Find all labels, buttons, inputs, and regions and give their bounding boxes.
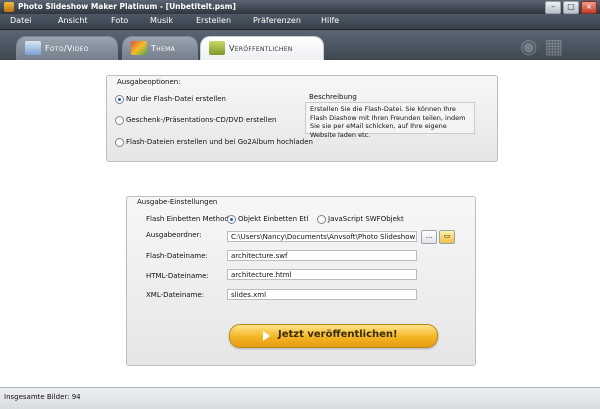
tab-strip: Foto/Video Thema Veröffentlichen [0,30,600,61]
close-button[interactable]: × [581,1,597,14]
window-controls: – □ × [545,1,597,14]
menu-musik[interactable]: Musik [150,16,173,25]
xml-filename-label: XML-Dateiname: [146,291,205,299]
tab-veroeffentlichen[interactable]: Veröffentlichen [200,36,324,61]
embed-swfobject-label[interactable]: JavaScript SWFObjekt [328,215,404,223]
open-folder-icon[interactable]: ▭ [439,230,455,244]
menu-ansicht[interactable]: Ansicht [58,16,88,25]
output-settings-legend: Ausgabe-Einstellungen [137,198,218,206]
minimize-button[interactable]: – [545,1,561,14]
title-bar: Photo Slideshow Maker Platinum - [Unbeti… [0,0,600,14]
publish-now-label: Jetzt veröffentlichen! [278,329,398,340]
embed-object-radio[interactable] [227,215,236,224]
embed-object-label[interactable]: Objekt Einbetten Etl [238,215,308,223]
tab-label: Thema [151,44,175,53]
tab-label: Veröffentlichen [229,44,293,53]
menu-bar: Datei Ansicht Foto Musik Erstellen Präfe… [0,14,600,30]
flash-filename-label: Flash-Dateiname: [146,252,208,260]
film-reel-decoration: ◉ ▦ [520,34,564,58]
play-icon [263,331,270,341]
status-bar: Insgesamte Bilder: 94 [0,387,600,409]
flash-filename-field[interactable]: architecture.swf [227,250,417,261]
menu-datei[interactable]: Datei [10,16,31,25]
description-box: Erstellen Sie die Flash-Datei. Sie könne… [305,102,475,139]
output-options-legend: Ausgabeoptionen: [117,78,181,86]
option-flash-only-label[interactable]: Nur die Flash-Datei erstellen [126,95,226,103]
publish-icon [209,41,225,55]
tab-foto-video[interactable]: Foto/Video [16,36,118,61]
output-folder-label: Ausgabeordner: [146,231,202,239]
maximize-button[interactable]: □ [563,1,579,14]
total-images-status: Insgesamte Bilder: 94 [4,393,81,401]
browse-button[interactable]: ... [421,230,437,244]
menu-erstellen[interactable]: Erstellen [196,16,231,25]
window-title: Photo Slideshow Maker Platinum - [Unbeti… [18,2,236,11]
output-folder-field[interactable]: C:\Users\Nancy\Documents\Anvsoft\Photo S… [227,231,417,242]
theme-icon [131,41,147,55]
html-filename-label: HTML-Dateiname: [146,272,209,280]
xml-filename-field[interactable]: slides.xml [227,289,417,300]
output-options-panel: Ausgabeoptionen: Nur die Flash-Datei ers… [106,75,498,162]
photo-video-icon [25,41,41,55]
option-cd-dvd-label[interactable]: Geschenk-/Präsentations-CD/DVD erstellen [126,116,276,124]
app-icon [4,2,14,12]
option-cd-dvd-radio[interactable] [115,116,124,125]
embed-swfobject-radio[interactable] [317,215,326,224]
description-text: Erstellen Sie die Flash-Datei. Sie könne… [310,105,466,139]
html-filename-field[interactable]: architecture.html [227,269,417,280]
menu-hilfe[interactable]: Hilfe [321,16,339,25]
menu-foto[interactable]: Foto [111,16,128,25]
embed-method-label: Flash Einbetten Methode: [146,215,236,223]
option-flash-only-radio[interactable] [115,95,124,104]
option-go2album-label[interactable]: Flash-Dateien erstellen und bei Go2Album… [126,138,313,146]
publish-now-button[interactable]: Jetzt veröffentlichen! [229,324,438,348]
tab-thema[interactable]: Thema [122,36,198,61]
option-go2album-radio[interactable] [115,138,124,147]
menu-praeferenzen[interactable]: Präferenzen [253,16,301,25]
tab-label: Foto/Video [45,44,89,53]
description-title: Beschreibung [309,93,357,101]
